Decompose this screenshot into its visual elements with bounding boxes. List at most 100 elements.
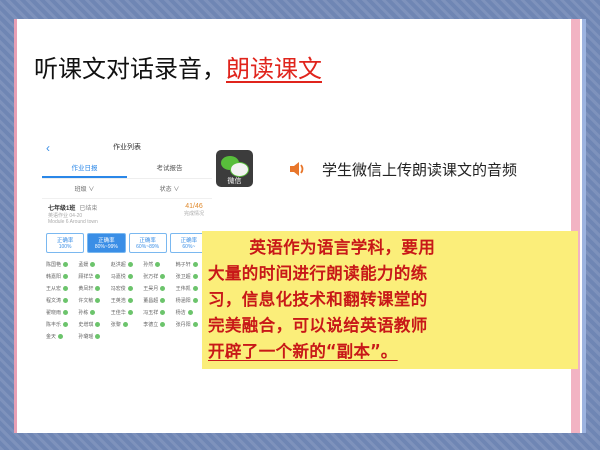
slide-title: 听课文对话录音，朗读课文 xyxy=(34,49,322,84)
wechat-bubble-white xyxy=(230,162,249,177)
upload-caption: 学生微信上传朗读课文的音频 xyxy=(322,161,518,179)
check-dot-icon xyxy=(127,286,133,291)
check-dot-icon xyxy=(63,322,69,327)
rate-range: 60%~89% xyxy=(136,244,160,250)
student-item[interactable]: 孟媛 xyxy=(78,261,110,268)
student-name: 孙璐瑶 xyxy=(78,334,94,340)
phone-filters: 班级 ∨ 状态 ∨ xyxy=(42,179,212,199)
rate-chip-selected[interactable]: 正确率 80%~99% xyxy=(87,233,126,253)
student-item[interactable]: 马嘉悦 xyxy=(111,273,143,280)
rate-filters: 正确率 100% 正确率 80%~99% 正确率 60%~89% 正确率 60%~ xyxy=(42,229,212,257)
student-name: 张卫超 xyxy=(175,274,191,280)
rate-chip[interactable]: 正确率 100% xyxy=(46,233,85,253)
student-item[interactable]: 陈丰乐 xyxy=(46,321,78,328)
student-item[interactable]: 王昊月 xyxy=(143,285,175,292)
student-item[interactable]: 王从宏 xyxy=(46,285,78,292)
quote-line: 大量的时间进行朗读能力的练 xyxy=(208,264,428,283)
student-item[interactable]: 董昌超 xyxy=(143,297,175,304)
student-item[interactable]: 陈国艳 xyxy=(46,261,78,268)
student-name: 张黎 xyxy=(110,322,121,328)
student-name: 孟媛 xyxy=(78,262,89,268)
student-item[interactable]: 张万祥 xyxy=(143,273,175,280)
rate-range: 100% xyxy=(58,244,72,250)
slide: 听课文对话录音，朗读课文 ‹ 作业列表 作业日报 考试报告 班级 ∨ 状态 ∨ … xyxy=(14,19,586,433)
student-name: 马嘉悦 xyxy=(110,274,126,280)
student-item[interactable]: 张黎 xyxy=(111,321,143,328)
completion-count: 41/46 完成情况 xyxy=(184,203,204,217)
student-item[interactable]: 顾祥华 xyxy=(78,273,110,280)
phone-tabs: 作业日报 考试报告 xyxy=(42,159,212,179)
student-name: 董昌超 xyxy=(143,298,159,304)
rate-chip[interactable]: 正确率 60%~89% xyxy=(128,233,167,253)
student-item[interactable]: 王佳华 xyxy=(111,309,143,316)
check-dot-icon xyxy=(192,322,198,327)
student-item[interactable]: 史增琪 xyxy=(78,321,110,328)
student-name: 陈国艳 xyxy=(46,262,62,268)
speaker-icon[interactable] xyxy=(288,159,308,179)
class-card[interactable]: 七年级1班 已结束 英语作业 04-20 Module 6 Around town… xyxy=(42,199,212,229)
check-dot-icon xyxy=(95,298,101,303)
phone-screenshot: ‹ 作业列表 作业日报 考试报告 班级 ∨ 状态 ∨ 七年级1班 已结束 英语作业… xyxy=(42,137,212,365)
check-dot-icon xyxy=(95,334,101,339)
student-item[interactable]: 冯宏俊 xyxy=(111,285,143,292)
wechat-icon[interactable]: 微信 xyxy=(216,150,253,187)
check-dot-icon xyxy=(63,310,69,315)
student-item[interactable]: 孙璐瑶 xyxy=(78,333,110,340)
student-item[interactable]: 程文涛 xyxy=(46,297,78,304)
check-dot-icon xyxy=(127,274,133,279)
check-dot-icon xyxy=(155,262,161,267)
check-dot-icon xyxy=(95,286,101,291)
slide-frame: 听课文对话录音，朗读课文 ‹ 作业列表 作业日报 考试报告 班级 ∨ 状态 ∨ … xyxy=(0,0,600,450)
student-name: 杨涵阳 xyxy=(175,298,191,304)
rate-range: 80%~99% xyxy=(94,244,118,250)
student-grid: 陈国艳 孟媛 赵洪超 孙然 韩子轩韩嘉阳 顾祥华 马嘉悦 张万祥 张卫超王从宏 黄凤轩 冯宏俊 王昊月… xyxy=(42,257,212,344)
student-item[interactable]: 孙然 xyxy=(143,261,175,268)
student-name: 韩子轩 xyxy=(175,262,191,268)
student-item[interactable]: 韩嘉阳 xyxy=(46,273,78,280)
student-name: 金天 xyxy=(46,334,57,340)
check-dot-icon xyxy=(63,286,69,291)
tab-exam-report[interactable]: 考试报告 xyxy=(127,159,212,178)
quote-box: 英语作为语言学科，要用 大量的时间进行朗读能力的练 习，信息化技术和翻转课堂的 … xyxy=(202,231,578,369)
right-stripe xyxy=(571,19,580,433)
check-dot-icon xyxy=(90,262,96,267)
student-name: 张万祥 xyxy=(143,274,159,280)
student-item[interactable]: 金天 xyxy=(46,333,78,340)
check-dot-icon xyxy=(160,298,166,303)
student-item[interactable]: 许文敏 xyxy=(78,297,110,304)
student-name: 韩嘉阳 xyxy=(46,274,62,280)
check-dot-icon xyxy=(63,274,69,279)
filter-class[interactable]: 班级 ∨ xyxy=(75,184,95,193)
student-item[interactable]: 黄凤轩 xyxy=(78,285,110,292)
check-dot-icon xyxy=(160,322,166,327)
check-dot-icon xyxy=(63,262,69,267)
student-item[interactable]: 李德立 xyxy=(143,321,175,328)
check-dot-icon xyxy=(127,262,133,267)
quote-line: 英语作为语言学科，要用 xyxy=(208,238,436,257)
student-item[interactable]: 王英浩 xyxy=(111,297,143,304)
student-item[interactable]: 赵洪超 xyxy=(111,261,143,268)
phone-header-title: 作业列表 xyxy=(113,144,141,151)
phone-header: ‹ 作业列表 xyxy=(42,137,212,159)
back-chevron-icon[interactable]: ‹ xyxy=(46,137,50,159)
student-name: 孙然 xyxy=(143,262,154,268)
student-item[interactable]: 翟晓雨 xyxy=(46,309,78,316)
student-name: 李德立 xyxy=(143,322,159,328)
check-dot-icon xyxy=(95,322,101,327)
left-stripe xyxy=(14,19,17,433)
student-name: 黄凤轩 xyxy=(78,286,94,292)
tab-daily-report[interactable]: 作业日报 xyxy=(42,159,127,178)
check-dot-icon xyxy=(160,274,166,279)
student-item[interactable]: 冯玉祥 xyxy=(143,309,175,316)
student-name: 杨洁 xyxy=(175,310,186,316)
check-dot-icon xyxy=(160,286,166,291)
student-name: 张丹阳 xyxy=(175,322,191,328)
filter-status[interactable]: 状态 ∨ xyxy=(160,184,180,193)
student-item[interactable]: 孙栋 xyxy=(78,309,110,316)
student-name: 王昊月 xyxy=(143,286,159,292)
check-dot-icon xyxy=(192,298,198,303)
check-dot-icon xyxy=(160,310,166,315)
wechat-label: 微信 xyxy=(227,177,242,185)
count-note: 完成情况 xyxy=(183,211,204,217)
student-name: 史增琪 xyxy=(78,322,94,328)
